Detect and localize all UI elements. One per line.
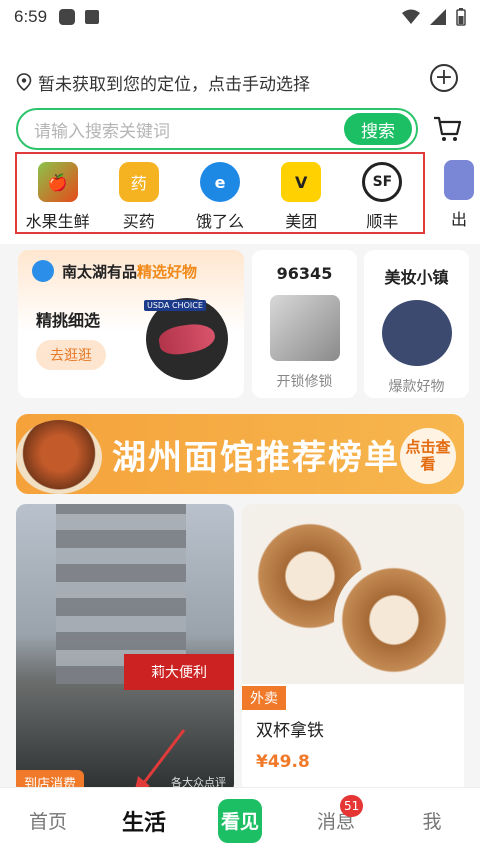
feature-row: 南太湖有品 精选好物 精挑细选 去逛逛 USDA CHOICE 96345 开锁…	[18, 250, 480, 398]
mini-card-beauty[interactable]: 美妆小镇 爆款好物	[364, 250, 469, 398]
coffee-image	[242, 504, 464, 684]
category-medicine[interactable]: 药 买药	[98, 162, 179, 232]
medicine-icon: 药	[118, 162, 159, 202]
status-bar: 6:59	[0, 0, 480, 34]
search-input[interactable]: 请输入搜索关键词	[34, 117, 344, 142]
coffee-name: 双杯拿铁	[256, 721, 324, 741]
promo-card[interactable]: 南太湖有品 精选好物 精挑细选 去逛逛 USDA CHOICE	[18, 250, 244, 398]
mini-card-label: 爆款好物	[388, 379, 445, 395]
battery-icon	[456, 8, 466, 26]
promo-header: 南太湖有品 精选好物	[32, 260, 197, 282]
location-pin-icon	[16, 73, 32, 91]
notification-a-icon	[85, 10, 100, 24]
banner-cta-button[interactable]: 点击查看	[400, 428, 456, 484]
plus-icon: +	[434, 65, 454, 90]
messages-badge: 51	[340, 795, 364, 817]
delivery-tag: 外卖	[242, 686, 286, 710]
status-time: 6:59	[14, 7, 48, 26]
wifi-icon	[402, 9, 420, 24]
signal-icon	[430, 9, 446, 25]
category-label: 出	[450, 210, 467, 229]
quick-categories: 🍎 水果生鲜 药 买药 e 饿了么 V 美团 SF 顺丰	[15, 152, 425, 234]
category-label: 水果生鲜	[25, 212, 90, 231]
person-icon	[444, 160, 474, 200]
noodle-ranking-banner[interactable]: 湖州面馆推荐榜单 点击查看	[16, 414, 464, 494]
tab-center[interactable]: 看见	[192, 798, 288, 843]
promo-brand: 南太湖有品	[62, 262, 138, 281]
eleme-icon: e	[200, 162, 240, 202]
location-row[interactable]: 暂未获取到您的定位，点击手动选择 +	[16, 64, 464, 95]
shop-card[interactable]: 莉大便利 到店消费 各大众点评	[16, 504, 234, 794]
brand-logo-icon	[32, 260, 54, 282]
tab-me[interactable]: 我	[384, 807, 480, 834]
tab-home[interactable]: 首页	[0, 807, 96, 834]
beauty-town-logo-icon	[381, 300, 452, 366]
meituan-icon: V	[281, 162, 322, 202]
app-notification-icon	[59, 9, 76, 25]
category-travel[interactable]: 出	[438, 160, 480, 230]
search-button[interactable]: 搜索	[344, 113, 412, 145]
shop-sign: 莉大便利	[124, 654, 234, 690]
category-meituan[interactable]: V 美团	[261, 162, 342, 232]
search-bar[interactable]: 请输入搜索关键词 搜索	[16, 108, 418, 150]
tab-life[interactable]: 生活	[96, 805, 192, 837]
mini-card-title: 96345	[276, 264, 333, 283]
bottom-tab-bar: 首页 生活 看见 消息 51 我	[0, 787, 480, 853]
noodle-bowl-image	[16, 420, 102, 494]
see-button[interactable]: 看见	[218, 798, 262, 843]
feed-cards: 莉大便利 到店消费 各大众点评 外卖 双杯拿铁 ¥49.8	[16, 504, 464, 794]
promo-subtitle: 精挑细选	[36, 311, 101, 330]
mini-card-title: 美妆小镇	[384, 268, 449, 287]
location-text: 暂未获取到您的定位，点击手动选择	[38, 74, 310, 95]
add-button[interactable]: +	[430, 64, 458, 92]
promo-accent: 精选好物	[137, 262, 198, 281]
category-label: 美团	[285, 212, 318, 231]
banner-title: 湖州面馆推荐榜单	[112, 438, 400, 478]
tab-messages[interactable]: 消息 51	[288, 795, 384, 834]
promo-go-button[interactable]: 去逛逛	[36, 340, 106, 370]
category-eleme[interactable]: e 饿了么	[179, 162, 260, 232]
category-label: 顺丰	[366, 212, 399, 231]
mini-card-lock[interactable]: 96345 开锁修锁	[252, 250, 357, 398]
usda-label: USDA CHOICE	[144, 300, 206, 311]
sf-icon: SF	[362, 162, 403, 202]
coffee-price: ¥49.8	[256, 752, 310, 772]
header: 暂未获取到您的定位，点击手动选择 + 请输入搜索关键词 搜索 🍎 水果生鲜 药 …	[0, 34, 480, 244]
mini-card-label: 开锁修锁	[276, 374, 333, 390]
lock-image	[269, 295, 340, 361]
coffee-card[interactable]: 外卖 双杯拿铁 ¥49.8	[242, 504, 464, 794]
category-label: 买药	[122, 212, 155, 231]
category-label: 饿了么	[196, 212, 245, 231]
category-fruit[interactable]: 🍎 水果生鲜	[17, 162, 98, 232]
fruit-icon: 🍎	[37, 162, 78, 202]
category-sf[interactable]: SF 顺丰	[342, 162, 423, 232]
cart-icon[interactable]	[432, 114, 462, 144]
